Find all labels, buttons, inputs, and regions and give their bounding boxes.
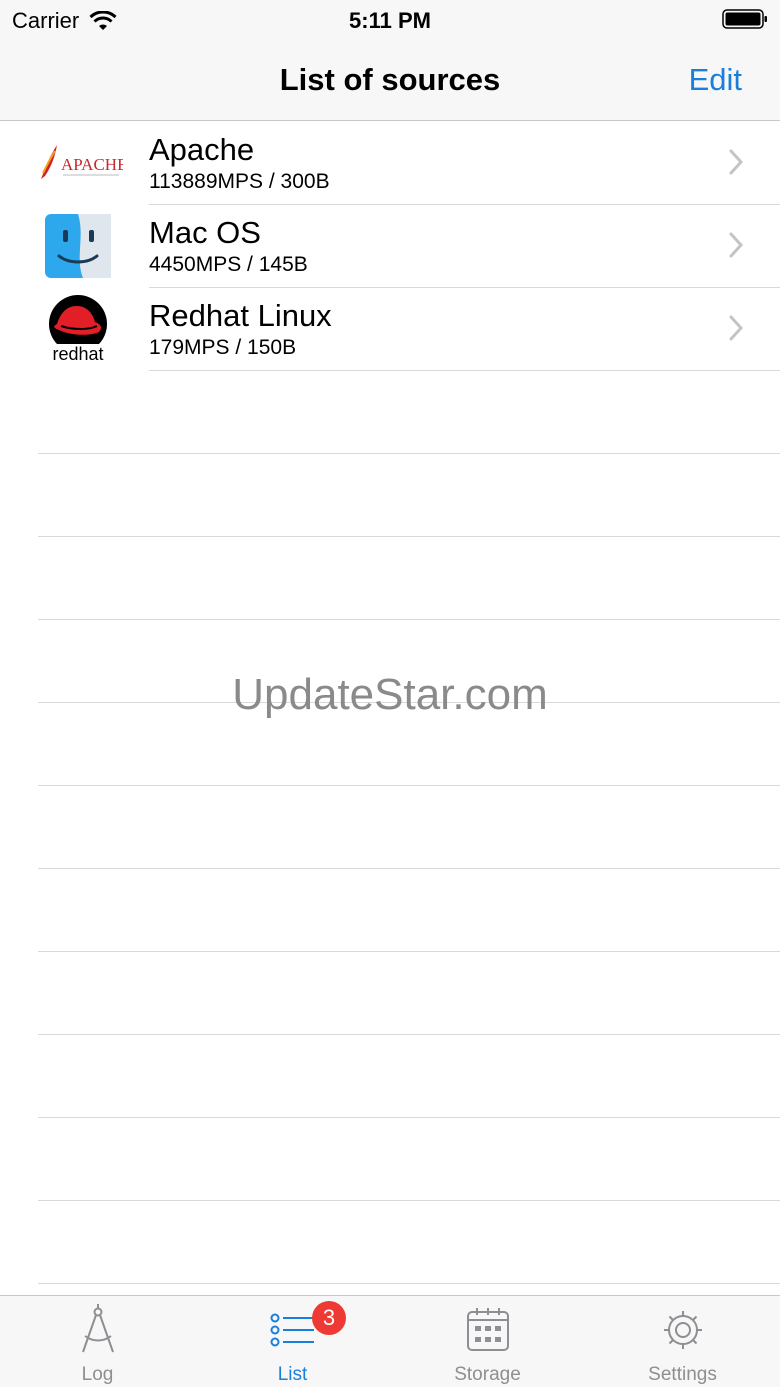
page-title: List of sources	[279, 62, 501, 97]
source-row-macos[interactable]: Mac OS 4450MPS / 145B	[0, 205, 780, 288]
compass-icon	[81, 1304, 114, 1353]
badge-count: 3	[312, 1301, 346, 1335]
empty-row	[38, 537, 780, 620]
redhat-logo: redhat	[30, 295, 126, 364]
source-stats: 179MPS / 150B	[149, 336, 297, 359]
calendar-icon	[466, 1308, 509, 1351]
row-content: Apache 113889MPS / 300B	[149, 122, 780, 205]
macos-finder-logo	[30, 213, 126, 279]
redhat-logo-text: redhat	[52, 344, 103, 364]
tab-storage[interactable]: Storage	[390, 1296, 585, 1387]
source-row-apache[interactable]: APACHE Apache 113889MPS / 300B	[0, 122, 780, 205]
source-name: Redhat Linux	[149, 298, 332, 333]
tab-bar: Log 3 List Storage Settings	[0, 1295, 780, 1387]
row-content: Mac OS 4450MPS / 145B	[149, 205, 780, 288]
status-bar: Carrier 5:11 PM	[0, 0, 780, 40]
tab-list[interactable]: 3 List	[195, 1296, 390, 1387]
tab-log[interactable]: Log	[0, 1296, 195, 1387]
source-row-redhat[interactable]: redhat Redhat Linux 179MPS / 150B	[0, 288, 780, 371]
source-stats: 113889MPS / 300B	[149, 170, 330, 193]
source-stats: 4450MPS / 145B	[149, 253, 308, 276]
tab-label: List	[277, 1364, 308, 1385]
row-content: Redhat Linux 179MPS / 150B	[149, 288, 780, 371]
source-name: Apache	[149, 132, 255, 167]
empty-row	[38, 1118, 780, 1201]
empty-row	[38, 1201, 780, 1284]
gear-icon	[663, 1311, 702, 1349]
edit-button[interactable]: Edit	[689, 62, 742, 98]
status-time: 5:11 PM	[349, 8, 431, 33]
apache-logo-text: APACHE	[61, 155, 123, 174]
chevron-right-icon	[729, 232, 744, 258]
sources-table: APACHE Apache 113889MPS / 300B Mac OS 44…	[0, 122, 780, 1367]
empty-row	[38, 952, 780, 1035]
empty-row	[38, 1035, 780, 1118]
tab-label: Log	[81, 1364, 114, 1385]
navigation-bar: List of sources Edit	[0, 40, 780, 121]
apache-logo: APACHE	[30, 130, 126, 196]
empty-row	[38, 786, 780, 869]
empty-row	[38, 371, 780, 454]
watermark: UpdateStar.com	[232, 670, 548, 719]
tab-label: Settings	[648, 1364, 717, 1385]
empty-row	[38, 869, 780, 952]
chevron-right-icon	[729, 315, 744, 341]
chevron-right-icon	[729, 149, 744, 175]
tab-settings[interactable]: Settings	[585, 1296, 780, 1387]
list-icon	[270, 1313, 314, 1347]
battery-icon	[722, 9, 767, 29]
empty-row	[38, 454, 780, 537]
source-name: Mac OS	[149, 215, 261, 250]
tab-label: Storage	[454, 1364, 521, 1385]
